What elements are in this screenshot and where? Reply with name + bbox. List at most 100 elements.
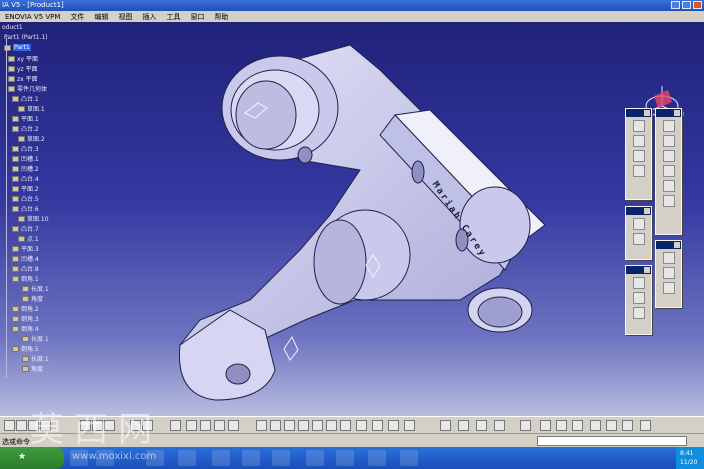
toolbar-button[interactable]: [632, 292, 645, 304]
toolbar-button[interactable]: [662, 252, 675, 264]
zoom-in-icon[interactable]: [312, 420, 323, 431]
tree-item[interactable]: 凸台.4: [12, 174, 39, 183]
pan-icon[interactable]: [284, 420, 295, 431]
grid-icon[interactable]: [540, 420, 551, 431]
maximize-button[interactable]: [682, 1, 691, 9]
sketch-analysis-icon[interactable]: [520, 420, 531, 431]
toolbar-button[interactable]: [632, 218, 645, 230]
tree-item[interactable]: 倒角.2: [12, 304, 39, 313]
tree-item[interactable]: 倒角.1: [12, 274, 39, 283]
zoom-out-icon[interactable]: [326, 420, 337, 431]
taskbar-app-icon[interactable]: [400, 450, 418, 466]
menu-window[interactable]: 窗口: [185, 12, 209, 22]
toolbar-button[interactable]: [662, 267, 675, 279]
tree-item[interactable]: 草图.2: [18, 134, 45, 143]
toolbar-button[interactable]: [632, 120, 645, 132]
precision-icon[interactable]: [590, 420, 601, 431]
open-icon[interactable]: [16, 420, 27, 431]
toolbar-button[interactable]: [662, 180, 675, 192]
tree-item[interactable]: Part1: [4, 44, 31, 51]
taskbar-app-icon[interactable]: [368, 450, 386, 466]
tree-item[interactable]: 平面.3: [12, 244, 39, 253]
tree-item[interactable]: 凸台.1: [12, 94, 39, 103]
command-input[interactable]: [537, 436, 687, 446]
tree-item[interactable]: 长度.1: [22, 354, 49, 363]
measure-icon[interactable]: [200, 420, 211, 431]
part-model[interactable]: [0, 22, 704, 416]
toolbar-button[interactable]: [662, 165, 675, 177]
toolbar-button[interactable]: [632, 307, 645, 319]
toolbar-button[interactable]: [632, 150, 645, 162]
constraint-icon[interactable]: [622, 420, 633, 431]
tree-item[interactable]: 长度.1: [22, 334, 49, 343]
taskbar-app-icon[interactable]: [336, 450, 354, 466]
close-icon[interactable]: [674, 242, 680, 248]
tree-item[interactable]: 凹槽.1: [12, 154, 39, 163]
tree-item[interactable]: 草图.10: [18, 214, 49, 223]
tree-root[interactable]: oduct1: [2, 24, 23, 31]
mass-icon[interactable]: [214, 420, 225, 431]
tree-item[interactable]: 凸台.2: [12, 124, 39, 133]
menu-view[interactable]: 视图: [113, 12, 137, 22]
tree-item[interactable]: 角度: [22, 364, 43, 373]
taskbar-app-icon[interactable]: [306, 450, 324, 466]
rotate-icon[interactable]: [298, 420, 309, 431]
tree-item[interactable]: zx 平面: [8, 74, 38, 83]
formula-icon[interactable]: [170, 420, 181, 431]
knowledge-icon[interactable]: [458, 420, 469, 431]
tree-item[interactable]: 角度: [22, 294, 43, 303]
taskbar-app-icon[interactable]: [178, 450, 196, 466]
system-clock[interactable]: 8:41 11/20: [676, 447, 704, 469]
toolbar-button[interactable]: [632, 165, 645, 177]
taskbar-app-icon[interactable]: [242, 450, 260, 466]
close-icon[interactable]: [644, 110, 650, 116]
tree-item[interactable]: 长度.1: [22, 284, 49, 293]
material-icon[interactable]: [440, 420, 451, 431]
menu-enovia[interactable]: ENOVIA V5 VPM: [0, 13, 65, 21]
close-icon[interactable]: [644, 208, 650, 214]
3d-viewport[interactable]: Mariah Carey: [0, 22, 704, 416]
close-icon[interactable]: [644, 267, 650, 273]
toolbar-button[interactable]: [662, 195, 675, 207]
menu-edit[interactable]: 编辑: [89, 12, 113, 22]
tree-item[interactable]: 凹槽.4: [12, 254, 39, 263]
tree-item[interactable]: 平面.1: [12, 114, 39, 123]
iso-view-icon[interactable]: [356, 420, 367, 431]
tree-item[interactable]: 凹槽.2: [12, 164, 39, 173]
analysis-icon[interactable]: [476, 420, 487, 431]
tree-item[interactable]: 点.1: [18, 234, 39, 243]
toolbar-button[interactable]: [662, 135, 675, 147]
menu-tools[interactable]: 工具: [161, 12, 185, 22]
taskbar-app-icon[interactable]: [212, 450, 230, 466]
shading-icon[interactable]: [372, 420, 383, 431]
dimension-icon[interactable]: [606, 420, 617, 431]
tree-part-ref[interactable]: Part1 (Part1.1): [4, 34, 48, 41]
snap-icon[interactable]: [556, 420, 567, 431]
minimize-button[interactable]: [671, 1, 680, 9]
tree-item[interactable]: 平面.2: [12, 184, 39, 193]
close-icon[interactable]: [674, 110, 680, 116]
tree-item[interactable]: 凸台.3: [12, 144, 39, 153]
menu-insert[interactable]: 插入: [137, 12, 161, 22]
construction-icon[interactable]: [572, 420, 583, 431]
new-icon[interactable]: [4, 420, 15, 431]
catalog-icon[interactable]: [228, 420, 239, 431]
fit-all-icon[interactable]: [270, 420, 281, 431]
close-button[interactable]: [693, 1, 702, 9]
tree-item[interactable]: 倒角.4: [12, 324, 39, 333]
tree-item[interactable]: 草图.1: [18, 104, 45, 113]
tree-item[interactable]: 凸台.6: [12, 204, 39, 213]
table-icon[interactable]: [186, 420, 197, 431]
tree-item[interactable]: 倒角.3: [12, 314, 39, 323]
draft-analysis-icon[interactable]: [494, 420, 505, 431]
tree-item[interactable]: yz 平面: [8, 64, 38, 73]
menu-help[interactable]: 帮助: [209, 12, 233, 22]
face-icon[interactable]: [640, 420, 651, 431]
toolbar-button[interactable]: [662, 282, 675, 294]
toolbar-button[interactable]: [632, 135, 645, 147]
toolbar-button[interactable]: [662, 150, 675, 162]
tree-item[interactable]: 凸台.7: [12, 224, 39, 233]
toolbar-button[interactable]: [632, 277, 645, 289]
tree-item[interactable]: 零件几何体: [8, 84, 47, 93]
toolbar-button[interactable]: [662, 120, 675, 132]
